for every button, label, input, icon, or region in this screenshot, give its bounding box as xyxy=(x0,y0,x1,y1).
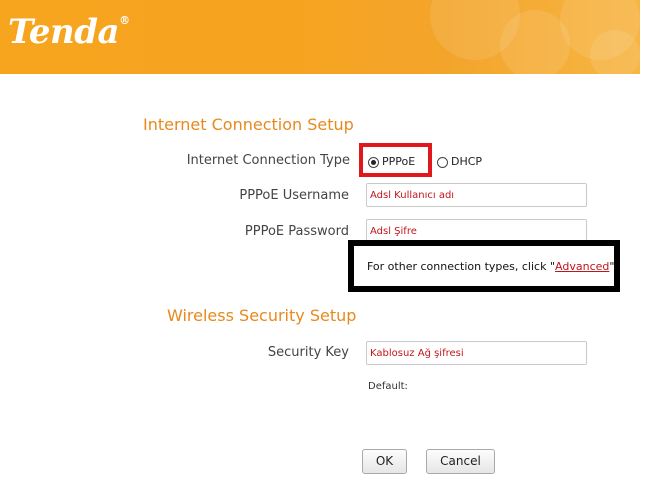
pppoe-username-label: PPPoE Username xyxy=(239,188,349,203)
internet-section-title: Internet Connection Setup xyxy=(143,115,354,134)
security-key-label: Security Key xyxy=(267,345,349,360)
pppoe-username-input[interactable]: Adsl Kullanıcı adı xyxy=(366,183,587,207)
default-key-label: Default: xyxy=(368,381,408,392)
radio-selected-dot-icon xyxy=(371,160,376,165)
header-banner: Tenda® xyxy=(0,0,640,74)
connection-type-label: Internet Connection Type xyxy=(186,153,350,168)
wireless-section-title: Wireless Security Setup xyxy=(167,306,357,325)
tenda-logo: Tenda® xyxy=(8,12,130,52)
pppoe-password-label: PPPoE Password xyxy=(244,224,349,239)
dhcp-radio[interactable] xyxy=(437,157,448,168)
advanced-notice-box: For other connection types, click "Advan… xyxy=(348,240,620,292)
advanced-link[interactable]: Advanced xyxy=(555,260,609,273)
decorative-bubble xyxy=(590,30,640,74)
pppoe-radio-label[interactable]: PPPoE xyxy=(382,155,415,168)
advanced-notice-text: For other connection types, click "Advan… xyxy=(367,260,615,273)
dhcp-radio-label[interactable]: DHCP xyxy=(451,155,482,168)
security-key-input[interactable]: Kablosuz Ağ şifresi xyxy=(366,341,587,365)
pppoe-radio[interactable] xyxy=(368,157,379,168)
ok-button[interactable]: OK xyxy=(362,449,407,474)
cancel-button[interactable]: Cancel xyxy=(426,449,495,474)
